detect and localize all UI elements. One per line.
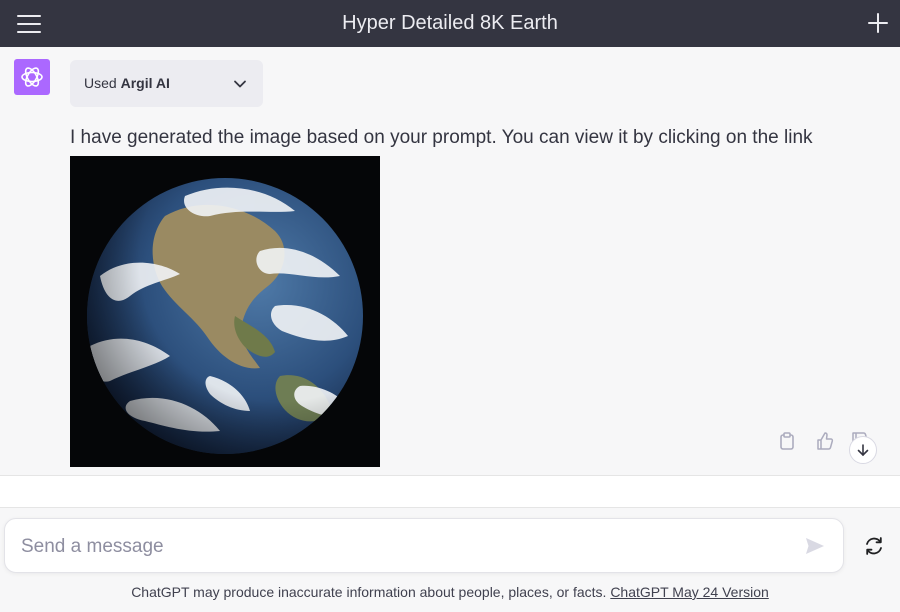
scroll-to-bottom-button[interactable] bbox=[849, 436, 877, 464]
version-link[interactable]: ChatGPT May 24 Version bbox=[610, 584, 768, 600]
plugin-name: Argil AI bbox=[120, 75, 170, 91]
assistant-avatar bbox=[14, 59, 50, 95]
new-chat-button[interactable] bbox=[866, 11, 890, 35]
assistant-message: Used Argil AI I have generated the image… bbox=[0, 47, 900, 475]
thumbs-up-button[interactable] bbox=[815, 431, 835, 451]
plus-icon bbox=[868, 13, 888, 33]
footer-disclaimer: ChatGPT may produce inaccurate informati… bbox=[0, 584, 900, 600]
message-input[interactable] bbox=[19, 529, 783, 565]
response-text: I have generated the image based on your… bbox=[70, 127, 813, 148]
openai-logo-icon bbox=[21, 67, 43, 87]
send-icon bbox=[806, 538, 824, 554]
send-button[interactable] bbox=[804, 535, 826, 557]
message-composer bbox=[4, 518, 844, 573]
top-bar: Hyper Detailed 8K Earth bbox=[0, 0, 900, 47]
message-divider bbox=[0, 475, 900, 508]
generated-earth-image bbox=[70, 156, 380, 467]
plugin-used-toggle[interactable]: Used Argil AI bbox=[70, 60, 263, 107]
conversation-title: Hyper Detailed 8K Earth bbox=[342, 12, 558, 34]
regenerate-button[interactable] bbox=[863, 535, 885, 557]
regenerate-icon bbox=[866, 537, 882, 555]
thumbs-up-icon bbox=[817, 432, 834, 450]
chevron-down-icon bbox=[234, 80, 246, 88]
disclaimer-text: ChatGPT may produce inaccurate informati… bbox=[131, 584, 607, 600]
clipboard-icon bbox=[780, 432, 794, 450]
plugin-used-label: Used Argil AI bbox=[84, 75, 170, 91]
copy-button[interactable] bbox=[777, 431, 797, 451]
arrow-down-icon bbox=[857, 444, 869, 457]
